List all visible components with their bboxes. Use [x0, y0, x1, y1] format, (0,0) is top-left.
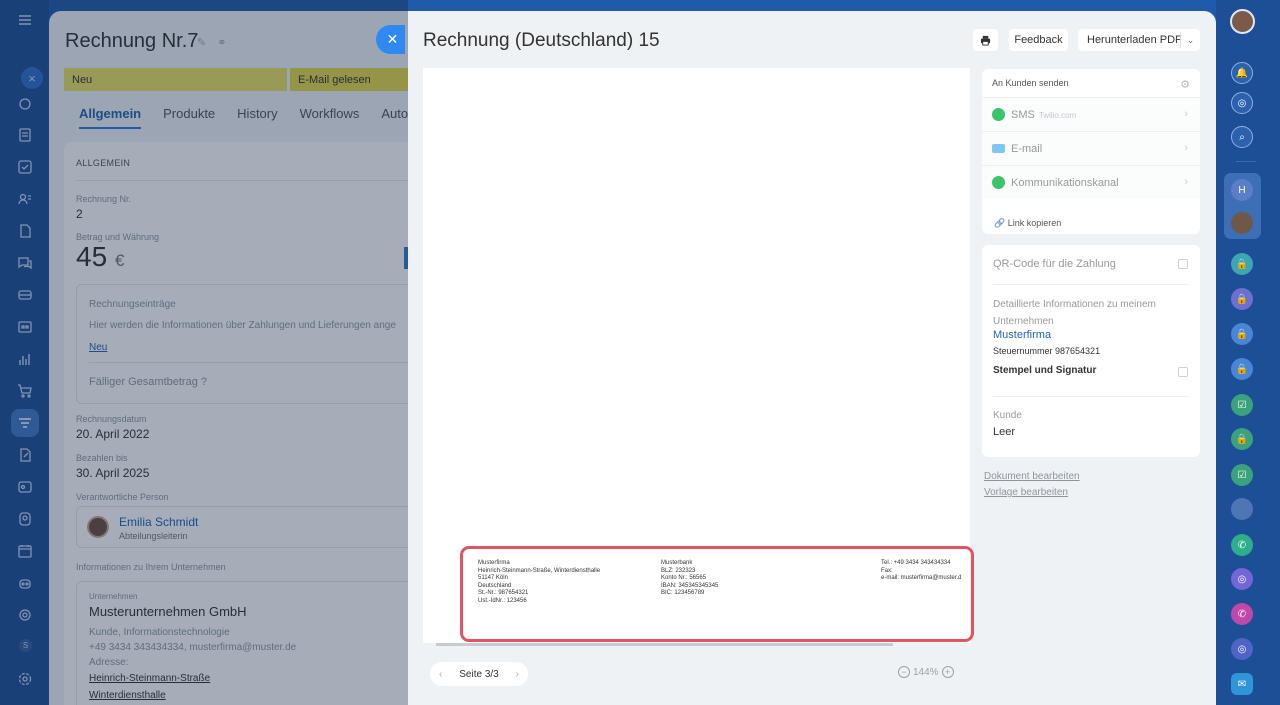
- sms-icon: [992, 108, 1005, 121]
- send-email-option[interactable]: E-mail ›: [982, 131, 1200, 165]
- email-label: E-mail: [1011, 143, 1043, 155]
- gear-icon[interactable]: ⚙: [1180, 78, 1190, 91]
- page-indicator: Seite 3/3: [459, 668, 499, 680]
- customer-value[interactable]: Leer: [993, 426, 1015, 438]
- close-slider-button[interactable]: ✕: [376, 25, 405, 54]
- email-icon: [992, 144, 1005, 153]
- edit-document-link[interactable]: Dokument bearbeiten: [984, 471, 1080, 482]
- target-icon[interactable]: ◎: [1231, 638, 1253, 660]
- sms-label: SMS: [1011, 109, 1035, 121]
- chat-bubble-icon[interactable]: ✉: [1231, 673, 1253, 695]
- sms-option-label: SMS Twilio.com: [1011, 109, 1076, 121]
- feedback-button[interactable]: Feedback: [1009, 29, 1068, 51]
- firm-name[interactable]: Musterfirma: [993, 329, 1051, 341]
- send-channel-option[interactable]: Kommunikationskanal ›: [982, 165, 1200, 199]
- chevron-right-icon: ›: [1184, 108, 1188, 120]
- send-sms-option[interactable]: SMS Twilio.com ›: [982, 97, 1200, 131]
- highlight-footer-annotation: [460, 546, 974, 642]
- phone-call-icon[interactable]: ✆: [1231, 603, 1253, 625]
- slider-title: Rechnung (Deutschland) 15: [423, 30, 660, 51]
- send-title: An Kunden senden: [992, 78, 1069, 88]
- channel-label: Kommunikationskanal: [1011, 177, 1119, 189]
- printer-icon: [980, 35, 991, 46]
- copy-link-label: Link kopieren: [1007, 218, 1062, 228]
- copy-link-button[interactable]: 🔗 Link kopieren: [994, 218, 1061, 229]
- contact-avatar[interactable]: [1231, 498, 1253, 520]
- bell-icon[interactable]: 🔔: [1231, 62, 1253, 84]
- document-options-card: QR-Code für die Zahlung Detaillierte Inf…: [982, 245, 1200, 457]
- chevron-down-icon[interactable]: ⌄: [1180, 32, 1200, 48]
- edit-template-link[interactable]: Vorlage bearbeiten: [984, 487, 1068, 498]
- zoom-control: − 144% +: [898, 666, 954, 678]
- divider: [993, 396, 1189, 397]
- chevron-right-icon: ›: [1184, 142, 1188, 154]
- qr-checkbox[interactable]: [1178, 259, 1188, 269]
- customer-label: Kunde: [993, 410, 1022, 421]
- zoom-out-icon[interactable]: −: [898, 666, 910, 678]
- divider: [1236, 161, 1256, 162]
- target-icon[interactable]: ◎: [1231, 568, 1253, 590]
- print-button[interactable]: [973, 29, 998, 51]
- send-to-customer-card: An Kunden senden ⚙ SMS Twilio.com › E-mai…: [982, 69, 1200, 234]
- lock-icon[interactable]: 🔒: [1231, 288, 1253, 310]
- channel-icon: [992, 176, 1005, 189]
- divider: [993, 284, 1189, 285]
- zoom-level: 144%: [913, 666, 939, 678]
- details-label: Detaillierte Informationen zu meinem Unt…: [993, 299, 1156, 327]
- previous-page-icon[interactable]: ‹: [439, 669, 442, 680]
- contact-avatar[interactable]: [1231, 212, 1253, 234]
- horizontal-scrollbar[interactable]: [436, 643, 893, 646]
- download-pdf-label: Herunterladen PDF: [1087, 34, 1182, 46]
- page-navigator: ‹ Seite 3/3 ›: [430, 662, 528, 686]
- zoom-in-icon[interactable]: +: [941, 666, 954, 678]
- check-icon[interactable]: ☑: [1231, 464, 1253, 486]
- lock-icon[interactable]: 🔒: [1231, 253, 1253, 275]
- modal-backdrop[interactable]: [0, 0, 408, 705]
- right-app-bar: 🔔 ◎ ⌕ H 🔒 🔒 🔒 🔒 ☑ 🔒 ☑ ✆ ◎ ✆ ◎ ✉: [1216, 0, 1280, 705]
- check-icon[interactable]: ☑: [1231, 394, 1253, 416]
- lock-icon[interactable]: 🔒: [1231, 428, 1253, 450]
- lock-icon[interactable]: 🔒: [1231, 358, 1253, 380]
- link-icon: 🔗: [994, 218, 1006, 228]
- pulse-icon[interactable]: ◎: [1231, 92, 1253, 114]
- group-chat-avatar[interactable]: H: [1231, 179, 1253, 201]
- next-page-icon[interactable]: ›: [516, 669, 519, 680]
- lock-icon[interactable]: 🔒: [1231, 323, 1253, 345]
- sms-provider: Twilio.com: [1038, 111, 1077, 120]
- user-avatar[interactable]: [1230, 9, 1255, 34]
- stamp-checkbox[interactable]: [1178, 367, 1188, 377]
- tax-number: Steuernummer 987654321: [993, 346, 1101, 356]
- search-icon[interactable]: ⌕: [1231, 126, 1253, 148]
- phone-call-icon[interactable]: ✆: [1231, 534, 1253, 556]
- stamp-label: Stempel und Signatur: [993, 365, 1097, 376]
- chevron-right-icon: ›: [1184, 176, 1188, 188]
- close-icon: ✕: [386, 31, 399, 47]
- download-pdf-button[interactable]: Herunterladen PDF ⌄: [1078, 29, 1200, 51]
- qr-label: QR-Code für die Zahlung: [993, 258, 1116, 270]
